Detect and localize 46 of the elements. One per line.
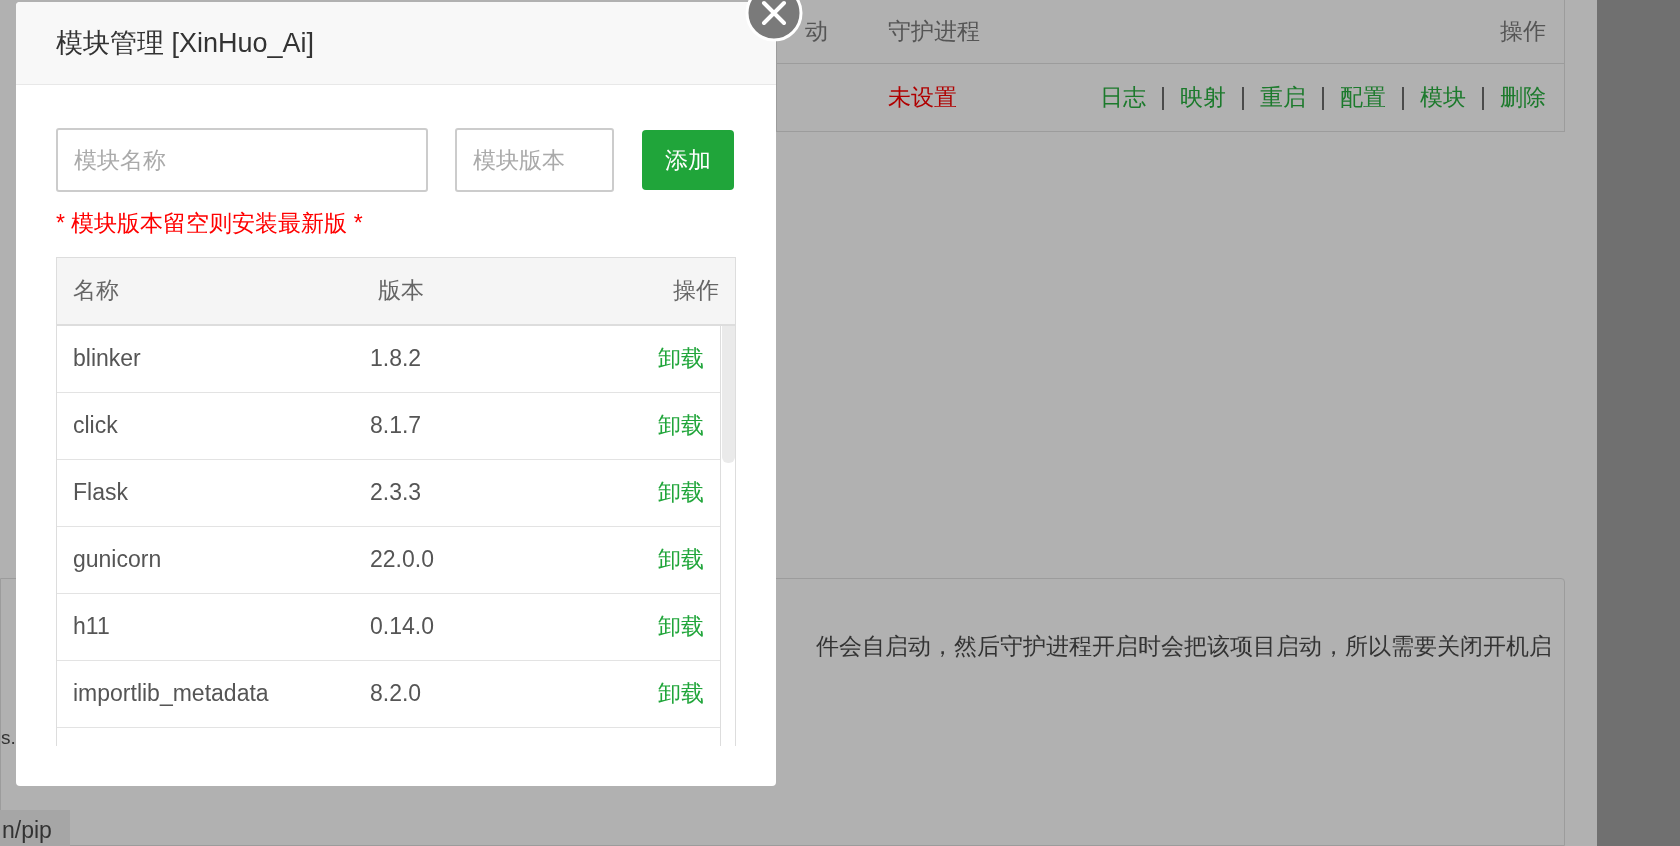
uninstall-link[interactable]: 卸载 <box>658 609 704 644</box>
code-text: n/pip <box>0 810 70 846</box>
column-header: 操作 <box>673 276 719 306</box>
uninstall-link[interactable]: 卸载 <box>658 408 704 443</box>
column-header: 版本 <box>378 276 424 306</box>
action-link[interactable]: 日志 <box>1100 80 1147 115</box>
uninstall-link[interactable]: 卸载 <box>658 475 704 510</box>
separator: | <box>1400 83 1406 113</box>
table-cell-text: 2.3.3 <box>370 478 422 508</box>
column-header: 名称 <box>73 276 120 306</box>
table-cell-text: 8.1.7 <box>370 411 422 441</box>
column-header: 动 <box>804 17 829 47</box>
action-link[interactable]: 配置 <box>1340 80 1387 115</box>
action-link[interactable]: 映射 <box>1180 80 1227 115</box>
action-link[interactable]: 重启 <box>1260 80 1307 115</box>
table-cell-text: 0.14.0 <box>370 612 434 642</box>
table-cell-text: blinker <box>73 344 142 374</box>
table-cell-text: gunicorn <box>73 545 163 575</box>
separator: | <box>1480 83 1486 113</box>
note-text: 件会自启动，然后守护进程开启时会把该项目启动，所以需要关闭开机启 <box>816 632 1552 661</box>
column-header: 操作 <box>1500 17 1546 47</box>
module-name-field[interactable]: 模块名称 <box>56 128 428 192</box>
table-cell-text: 1.8.2 <box>370 344 422 374</box>
table-cell-text: h11 <box>73 612 111 642</box>
note-text: s. <box>1 725 16 750</box>
separator: | <box>1160 83 1167 113</box>
add-button[interactable]: 添加 <box>642 130 734 190</box>
table-cell-text: Flask <box>73 478 129 508</box>
uninstall-link[interactable]: 卸载 <box>658 542 704 577</box>
table-cell-text: 22.0.0 <box>370 545 434 575</box>
module-version-field[interactable]: 模块版本 <box>455 128 614 192</box>
dialog-title: 模块管理 [XinHuo_Ai] <box>56 26 315 60</box>
close-icon[interactable] <box>745 0 803 42</box>
separator: | <box>1240 83 1247 113</box>
separator: | <box>1320 83 1327 113</box>
hint-text: * 模块版本留空则安装最新版 * <box>56 209 364 238</box>
daemon-status: 未设置 <box>888 83 957 113</box>
scrollbar[interactable] <box>722 325 735 463</box>
table-cell-text: importlib_metadata <box>73 679 270 709</box>
uninstall-link[interactable]: 卸载 <box>658 676 704 711</box>
action-link[interactable]: 删除 <box>1500 80 1546 115</box>
uninstall-link[interactable]: 卸载 <box>658 341 704 376</box>
action-link[interactable]: 模块 <box>1420 80 1466 115</box>
table-cell-text: 8.2.0 <box>370 679 422 709</box>
column-header: 守护进程 <box>888 17 980 47</box>
table-cell-text: click <box>73 411 119 441</box>
